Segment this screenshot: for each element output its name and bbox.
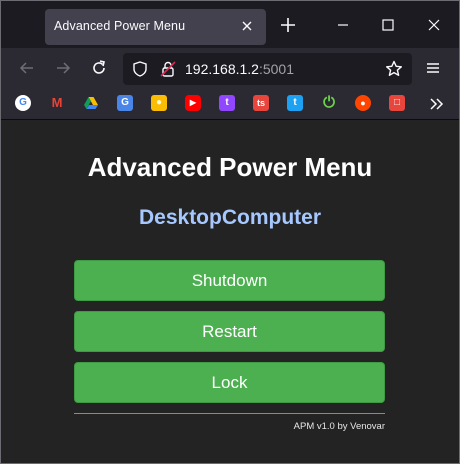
shutdown-button[interactable]: Shutdown xyxy=(74,260,385,301)
back-icon[interactable] xyxy=(17,58,37,78)
google-icon[interactable]: G xyxy=(15,95,31,111)
tab-title: Advanced Power Menu xyxy=(54,19,186,33)
menu-icon[interactable] xyxy=(423,58,443,78)
url-text[interactable]: 192.168.1.2:5001 xyxy=(185,61,294,77)
address-bar[interactable]: 192.168.1.2:5001 xyxy=(123,53,412,85)
lock-button[interactable]: Lock xyxy=(74,362,385,403)
close-window-icon[interactable] xyxy=(424,15,444,35)
twitter-icon[interactable]: t xyxy=(287,95,303,111)
bookmark-icon[interactable]: □ xyxy=(389,95,405,111)
lock-warning-icon[interactable] xyxy=(159,60,177,78)
reload-icon[interactable] xyxy=(89,58,109,78)
restart-button[interactable]: Restart xyxy=(74,311,385,352)
footer-credit: APM v1.0 by Venovar xyxy=(293,421,385,432)
device-name: DesktopComputer xyxy=(138,206,322,229)
divider xyxy=(74,413,385,414)
chevron-more-icon[interactable] xyxy=(426,94,446,114)
minimize-icon[interactable] xyxy=(333,15,353,35)
browser-tab[interactable]: Advanced Power Menu xyxy=(45,9,266,45)
power-icon[interactable]: ⏻ xyxy=(321,95,337,111)
maximize-icon[interactable] xyxy=(378,15,398,35)
close-tab-icon[interactable] xyxy=(239,18,255,34)
url-port: :5001 xyxy=(258,61,295,77)
drive-icon[interactable] xyxy=(83,95,99,111)
reddit-icon[interactable]: ● xyxy=(355,95,371,111)
forward-icon[interactable] xyxy=(53,58,73,78)
new-tab-icon[interactable] xyxy=(278,15,298,35)
bookmark-star-icon[interactable] xyxy=(384,59,404,79)
bookmarks-toolbar: G M G ● ▶ t ts t ⏻ ● □ xyxy=(1,89,459,120)
translate-icon[interactable]: G xyxy=(117,95,133,111)
youtube-icon[interactable]: ▶ xyxy=(185,95,201,111)
page-content: Advanced Power Menu DesktopComputer Shut… xyxy=(1,120,459,463)
keep-icon[interactable]: ● xyxy=(151,95,167,111)
page-title: Advanced Power Menu xyxy=(87,152,373,182)
navigation-toolbar: 192.168.1.2:5001 xyxy=(1,48,459,89)
browser-window: Advanced Power Menu 192.168.1.2:5001 G M… xyxy=(0,0,460,464)
url-host: 192.168.1.2 xyxy=(185,61,259,77)
twitch-icon[interactable]: t xyxy=(219,95,235,111)
ts-icon[interactable]: ts xyxy=(253,95,269,111)
tab-strip: Advanced Power Menu xyxy=(1,1,459,48)
shield-icon[interactable] xyxy=(131,60,149,78)
gmail-icon[interactable]: M xyxy=(49,95,65,111)
